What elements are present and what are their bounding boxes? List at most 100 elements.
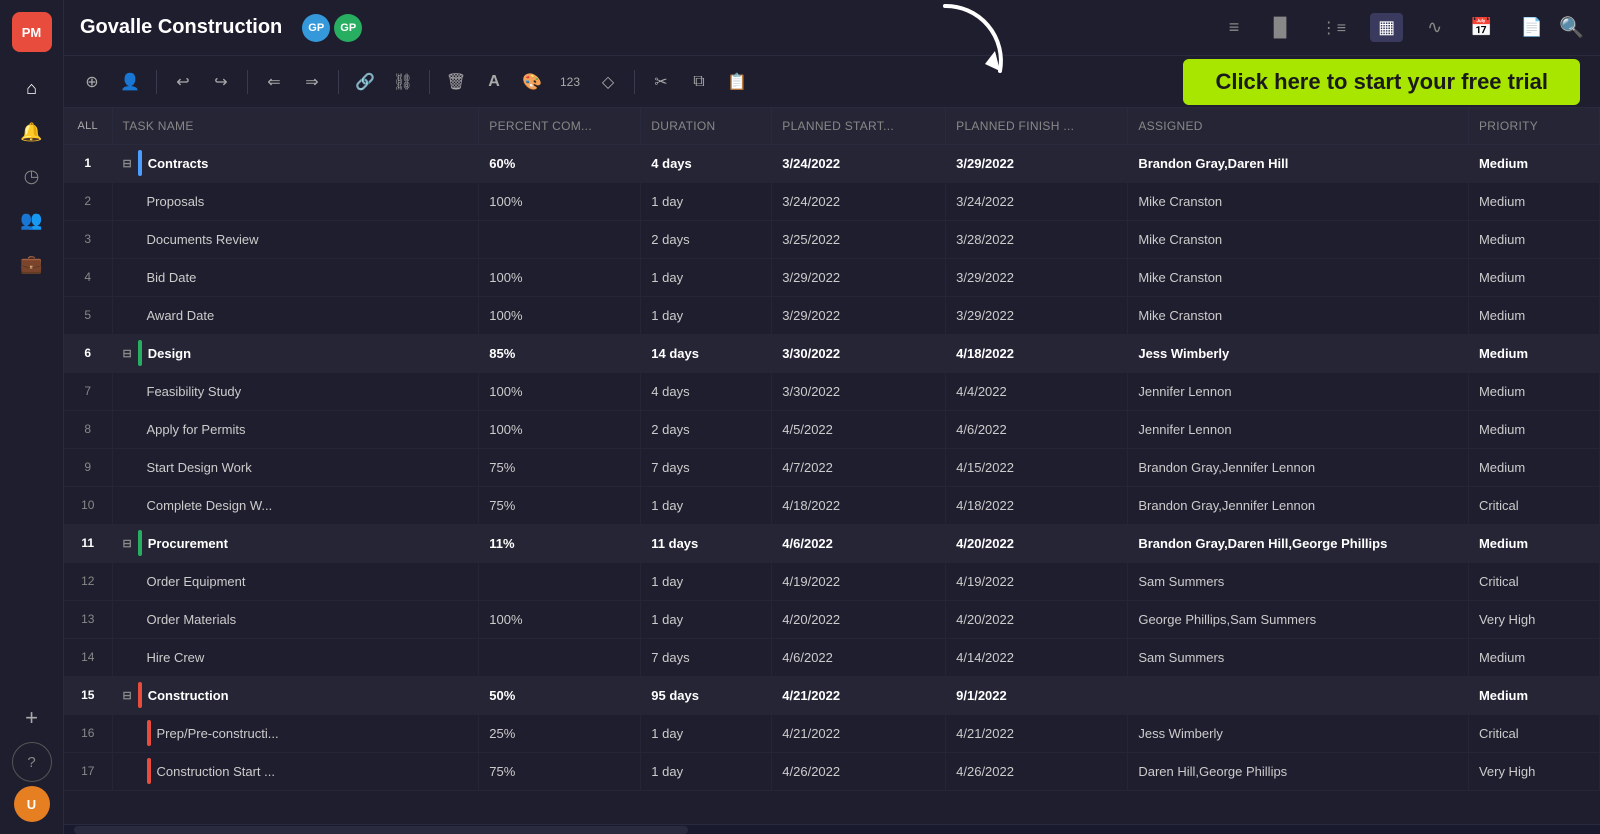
table-row[interactable]: 9Start Design Work75%7 days4/7/20224/15/… (64, 448, 1600, 486)
row-task-name[interactable]: ⊟ Contracts (112, 144, 479, 182)
table-row[interactable]: 7Feasibility Study100%4 days3/30/20224/4… (64, 372, 1600, 410)
row-task-name[interactable]: ⊟ Construction (112, 676, 479, 714)
link-button[interactable]: 🔗 (349, 66, 381, 98)
row-task-name[interactable]: Documents Review (112, 220, 479, 258)
paste-button[interactable]: 📋 (721, 66, 753, 98)
unlink-button[interactable]: ⛓ (387, 66, 419, 98)
sidebar-item-activity[interactable]: ◷ (12, 156, 52, 196)
row-planned-start: 4/6/2022 (772, 638, 946, 676)
row-planned-start: 4/21/2022 (772, 676, 946, 714)
scrollbar-area[interactable] (64, 824, 1600, 834)
col-planned-finish[interactable]: PLANNED FINISH ... (946, 108, 1128, 144)
table-row[interactable]: 2Proposals100%1 day3/24/20223/24/2022Mik… (64, 182, 1600, 220)
collapse-icon[interactable]: ⊟ (123, 347, 132, 360)
file-view-btn[interactable]: 📄 (1517, 13, 1547, 42)
paint-button[interactable]: 🎨 (516, 66, 548, 98)
table-row[interactable]: 11⊟ Procurement11%11 days4/6/20224/20/20… (64, 524, 1600, 562)
avatar-user1[interactable]: GP (302, 14, 330, 42)
row-task-name[interactable]: Order Materials (112, 600, 479, 638)
add-person-button[interactable]: 👤 (114, 66, 146, 98)
chart-view-btn[interactable]: ▐▌ (1263, 13, 1297, 42)
col-priority[interactable]: PRIORITY (1468, 108, 1599, 144)
row-task-name[interactable]: Feasibility Study (112, 372, 479, 410)
sidebar-item-add[interactable]: + (12, 698, 52, 738)
row-planned-finish: 3/29/2022 (946, 296, 1128, 334)
table-row[interactable]: 1⊟ Contracts60%4 days3/24/20223/29/2022B… (64, 144, 1600, 182)
row-duration: 2 days (641, 410, 772, 448)
task-name-text: Procurement (148, 536, 228, 551)
row-task-name[interactable]: Complete Design W... (112, 486, 479, 524)
sidebar-item-help[interactable]: ? (12, 742, 52, 782)
row-task-name[interactable]: ⊟ Procurement (112, 524, 479, 562)
col-task-name[interactable]: TASK NAME (112, 108, 479, 144)
collapse-icon[interactable]: ⊟ (123, 689, 132, 702)
row-percent: 100% (479, 258, 641, 296)
number-button[interactable]: 123 (554, 66, 586, 98)
collapse-icon[interactable]: ⊟ (123, 157, 132, 170)
sidebar-item-notifications[interactable]: 🔔 (12, 112, 52, 152)
indent-button[interactable]: ⇒ (296, 66, 328, 98)
table-row[interactable]: 6⊟ Design85%14 days3/30/20224/18/2022Jes… (64, 334, 1600, 372)
row-task-name[interactable]: ⊟ Design (112, 334, 479, 372)
row-assigned: Mike Cranston (1128, 220, 1469, 258)
row-task-name[interactable]: Apply for Permits (112, 410, 479, 448)
table-row[interactable]: 16Prep/Pre-constructi...25%1 day4/21/202… (64, 714, 1600, 752)
row-task-name[interactable]: Prep/Pre-constructi... (112, 714, 479, 752)
cut-button[interactable]: ✂ (645, 66, 677, 98)
table-row[interactable]: 13Order Materials100%1 day4/20/20224/20/… (64, 600, 1600, 638)
free-trial-banner[interactable]: Click here to start your free trial (1183, 59, 1580, 105)
sidebar-item-people[interactable]: 👥 (12, 200, 52, 240)
row-priority: Medium (1468, 220, 1599, 258)
calendar-view-btn[interactable]: 📅 (1466, 13, 1496, 42)
sidebar-item-portfolio[interactable]: 💼 (12, 244, 52, 284)
table-row[interactable]: 17Construction Start ...75%1 day4/26/202… (64, 752, 1600, 790)
task-table-container[interactable]: ALL TASK NAME PERCENT COM... DURATION PL… (64, 108, 1600, 824)
col-percent[interactable]: PERCENT COM... (479, 108, 641, 144)
row-task-name[interactable]: Start Design Work (112, 448, 479, 486)
avatar-user2[interactable]: GP (334, 14, 362, 42)
table-row[interactable]: 3Documents Review2 days3/25/20223/28/202… (64, 220, 1600, 258)
copy-button[interactable]: ⧉ (683, 66, 715, 98)
collapse-icon[interactable]: ⊟ (123, 537, 132, 550)
table-row[interactable]: 12Order Equipment1 day4/19/20224/19/2022… (64, 562, 1600, 600)
row-task-name[interactable]: Construction Start ... (112, 752, 479, 790)
outdent-button[interactable]: ⇐ (258, 66, 290, 98)
app-logo[interactable]: PM (12, 12, 52, 52)
sidebar: PM ⌂ 🔔 ◷ 👥 💼 + ? U (0, 0, 64, 834)
delete-button[interactable]: 🗑 (440, 66, 472, 98)
col-duration[interactable]: DURATION (641, 108, 772, 144)
row-duration: 1 day (641, 714, 772, 752)
pulse-view-btn[interactable]: ∿ (1423, 13, 1446, 42)
row-planned-finish: 3/24/2022 (946, 182, 1128, 220)
table-row[interactable]: 15⊟ Construction50%95 days4/21/20229/1/2… (64, 676, 1600, 714)
row-task-name[interactable]: Bid Date (112, 258, 479, 296)
redo-button[interactable]: ↪ (205, 66, 237, 98)
gantt-view-btn[interactable]: ⋮≡ (1317, 14, 1350, 42)
row-duration: 1 day (641, 182, 772, 220)
row-planned-finish: 4/21/2022 (946, 714, 1128, 752)
col-planned-start[interactable]: PLANNED START... (772, 108, 946, 144)
undo-button[interactable]: ↩ (167, 66, 199, 98)
row-duration: 7 days (641, 448, 772, 486)
search-icon[interactable]: 🔍 (1559, 15, 1584, 40)
list-view-btn[interactable]: ≡ (1225, 13, 1244, 42)
table-row[interactable]: 10Complete Design W...75%1 day4/18/20224… (64, 486, 1600, 524)
col-assigned[interactable]: ASSIGNED (1128, 108, 1469, 144)
row-task-name[interactable]: Hire Crew (112, 638, 479, 676)
add-task-button[interactable]: ⊕ (76, 66, 108, 98)
table-row[interactable]: 5Award Date100%1 day3/29/20223/29/2022Mi… (64, 296, 1600, 334)
row-task-name[interactable]: Proposals (112, 182, 479, 220)
table-row[interactable]: 14Hire Crew7 days4/6/20224/14/2022Sam Su… (64, 638, 1600, 676)
row-task-name[interactable]: Award Date (112, 296, 479, 334)
shape-button[interactable]: ◇ (592, 66, 624, 98)
user-avatar[interactable]: U (14, 786, 50, 822)
table-row[interactable]: 8Apply for Permits100%2 days4/5/20224/6/… (64, 410, 1600, 448)
table-row[interactable]: 4Bid Date100%1 day3/29/20223/29/2022Mike… (64, 258, 1600, 296)
row-priority: Medium (1468, 144, 1599, 182)
sidebar-item-home[interactable]: ⌂ (12, 68, 52, 108)
row-assigned: George Phillips,Sam Summers (1128, 600, 1469, 638)
font-button[interactable]: A (478, 66, 510, 98)
grid-view-btn[interactable]: ▦ (1370, 13, 1403, 42)
row-task-name[interactable]: Order Equipment (112, 562, 479, 600)
col-all[interactable]: ALL (64, 108, 112, 144)
